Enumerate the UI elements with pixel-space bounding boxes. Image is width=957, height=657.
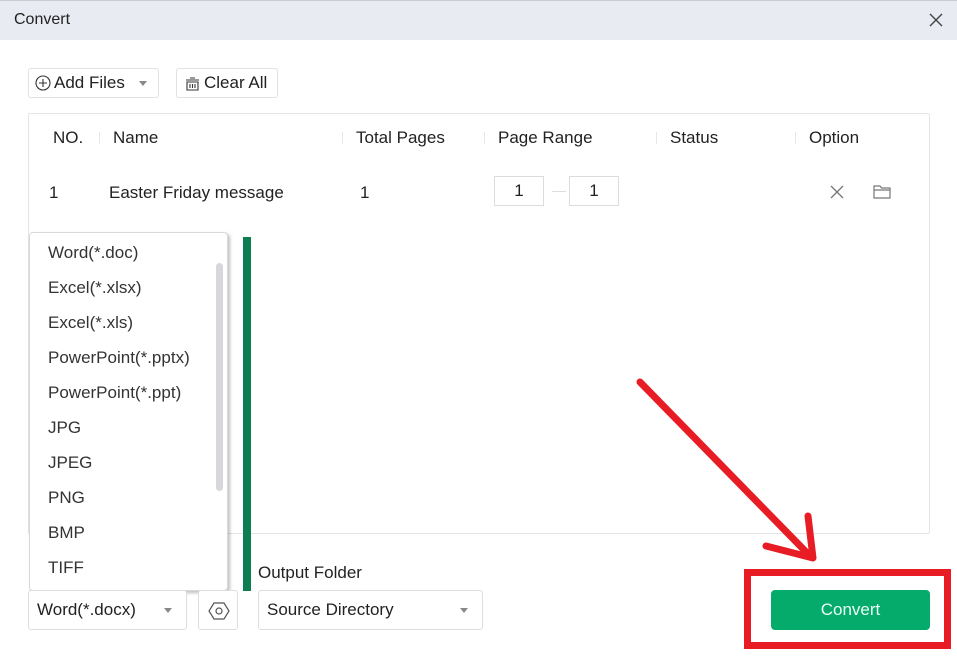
format-option-jpg[interactable]: JPG bbox=[48, 418, 81, 438]
remove-file-button[interactable] bbox=[827, 182, 847, 202]
format-option-excel-xls[interactable]: Excel(*.xls) bbox=[48, 313, 133, 333]
column-header-page-range: Page Range bbox=[498, 128, 593, 147]
column-separator bbox=[656, 132, 657, 144]
window-title: Convert bbox=[14, 11, 71, 28]
close-icon bbox=[929, 13, 943, 27]
column-header-name: Name bbox=[113, 128, 159, 147]
page-range-to-input[interactable]: 1 bbox=[569, 176, 619, 206]
output-format-select[interactable]: Word(*.docx) bbox=[28, 590, 187, 630]
output-folder-label: Output Folder bbox=[258, 563, 362, 582]
dropdown-scrollbar[interactable] bbox=[216, 263, 223, 491]
column-header-total-pages: Total Pages bbox=[356, 128, 445, 147]
open-folder-button[interactable] bbox=[872, 182, 892, 202]
column-separator bbox=[484, 132, 485, 144]
format-option-bmp[interactable]: BMP bbox=[48, 523, 85, 543]
column-separator bbox=[342, 132, 343, 144]
format-dropdown-list: Word(*.doc) Excel(*.xlsx) Excel(*.xls) P… bbox=[29, 232, 228, 591]
chevron-down-icon bbox=[164, 608, 172, 613]
column-header-status: Status bbox=[670, 128, 719, 147]
chevron-down-icon[interactable] bbox=[139, 81, 147, 86]
file-name: Easter Friday message bbox=[109, 183, 284, 202]
format-option-png[interactable]: PNG bbox=[48, 488, 85, 508]
close-button[interactable] bbox=[927, 11, 945, 29]
title-bar: Convert bbox=[0, 0, 957, 40]
convert-button[interactable]: Convert bbox=[771, 590, 930, 630]
chevron-down-icon bbox=[460, 608, 468, 613]
format-option-excel-xlsx[interactable]: Excel(*.xlsx) bbox=[48, 278, 142, 298]
column-header-option: Option bbox=[809, 128, 860, 147]
add-files-label: Add Files bbox=[54, 73, 125, 92]
trash-icon bbox=[186, 76, 199, 91]
remove-icon bbox=[830, 185, 844, 199]
format-settings-button[interactable] bbox=[198, 590, 238, 630]
column-separator bbox=[99, 132, 100, 144]
output-format-value: Word(*.docx) bbox=[37, 600, 136, 619]
output-folder-select[interactable]: Source Directory bbox=[258, 590, 483, 630]
clear-all-button[interactable]: Clear All bbox=[176, 68, 278, 98]
format-option-word-doc[interactable]: Word(*.doc) bbox=[48, 243, 138, 263]
hexagon-settings-icon bbox=[208, 602, 230, 620]
add-files-button[interactable]: Add Files bbox=[28, 68, 159, 98]
range-dash bbox=[552, 191, 566, 192]
total-pages: 1 bbox=[360, 183, 370, 202]
column-separator bbox=[795, 132, 796, 144]
output-folder-value: Source Directory bbox=[267, 600, 394, 619]
clear-all-label: Clear All bbox=[204, 73, 268, 92]
format-option-pptx[interactable]: PowerPoint(*.pptx) bbox=[48, 348, 190, 368]
column-header-no: NO. bbox=[53, 128, 84, 147]
format-option-ppt[interactable]: PowerPoint(*.ppt) bbox=[48, 383, 181, 403]
plus-circle-icon bbox=[35, 75, 51, 91]
page-range-from-input[interactable]: 1 bbox=[494, 176, 544, 206]
format-option-jpeg[interactable]: JPEG bbox=[48, 453, 92, 473]
folder-icon bbox=[873, 185, 891, 199]
splitter-bar bbox=[243, 237, 251, 591]
row-number: 1 bbox=[49, 183, 59, 202]
format-option-tiff[interactable]: TIFF bbox=[48, 558, 84, 578]
